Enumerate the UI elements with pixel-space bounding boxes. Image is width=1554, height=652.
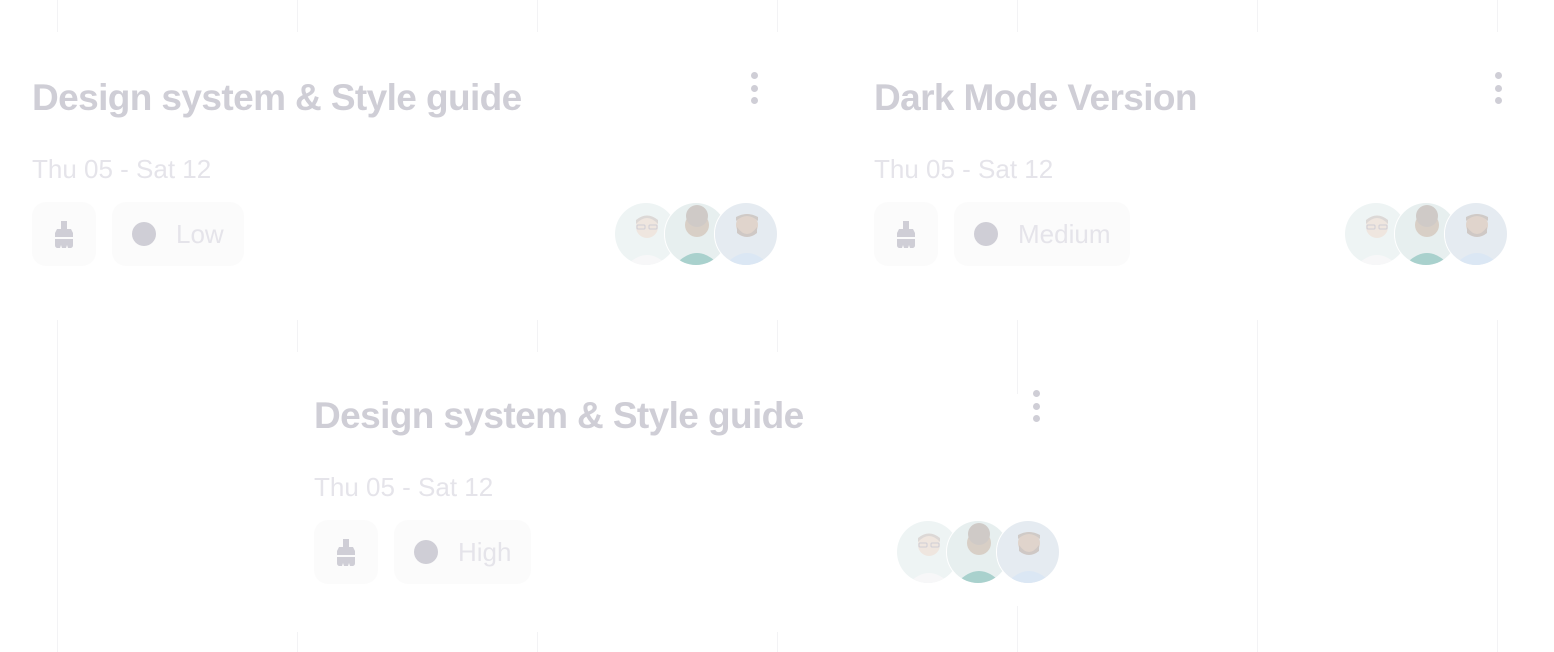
task-date: Thu 05 - Sat 12 [874,154,1054,184]
task-title: Design system & Style guide [314,395,804,436]
kebab-menu-icon[interactable] [1026,388,1046,424]
board-canvas: Design system & Style guide Thu 05 - Sat… [0,0,1554,652]
task-card[interactable]: Dark Mode Version Thu 05 - Sat 12 Medium [874,72,1520,288]
avatar-man-beard[interactable] [1444,202,1508,266]
priority-chip[interactable]: Medium [954,202,1131,266]
kebab-menu-icon[interactable] [744,70,764,106]
priority-chip[interactable]: High [394,520,532,584]
brush-icon [55,221,73,248]
avatar-man-beard[interactable] [996,520,1060,584]
task-card[interactable]: Design system & Style guide Thu 05 - Sat… [32,72,778,288]
priority-label: Medium [1018,218,1111,249]
assignee-avatars[interactable] [1344,202,1508,266]
task-card[interactable]: Design system & Style guide Thu 05 - Sat… [314,390,1060,606]
task-title: Dark Mode Version [874,77,1198,118]
brush-icon [897,221,915,248]
priority-label: Low [176,218,224,249]
priority-chip[interactable]: Low [112,202,244,266]
assignee-avatars[interactable] [896,520,1060,584]
task-title: Design system & Style guide [32,77,522,118]
circle-dot-icon [414,540,438,564]
task-date: Thu 05 - Sat 12 [32,154,212,184]
circle-dot-icon [974,222,998,246]
avatar-man-beard[interactable] [714,202,778,266]
assignee-avatars[interactable] [614,202,778,266]
kebab-menu-icon[interactable] [1488,70,1508,106]
category-chip[interactable] [32,202,96,266]
task-date: Thu 05 - Sat 12 [314,472,494,502]
circle-dot-icon [132,222,156,246]
brush-icon [337,539,355,566]
category-chip[interactable] [874,202,938,266]
category-chip[interactable] [314,520,378,584]
priority-label: High [458,536,512,567]
